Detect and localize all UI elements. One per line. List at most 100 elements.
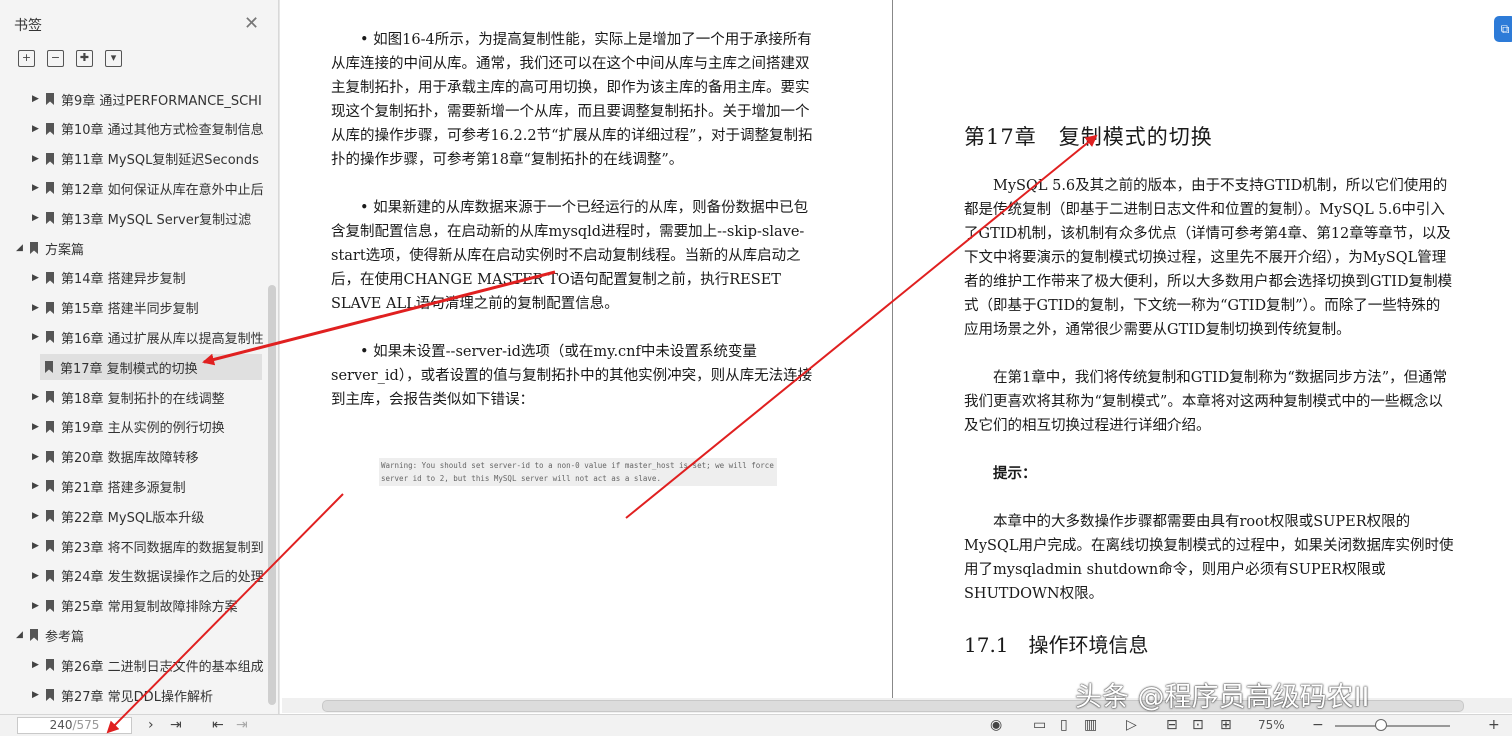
current-page: 240 [49,718,73,732]
bookmark-item[interactable]: ▶ 第11章 MySQL复制延迟Seconds [0,146,278,172]
left-page: • 如图16-4所示，为提高复制性能，实际上是增加了一个用于承接所有从库连接的中… [331,28,819,436]
bookmark-label: 第20章 数据库故障转移 [61,451,199,467]
zoom-slider-handle[interactable] [1375,719,1387,731]
expand-arrow-icon[interactable]: ▶ [32,303,42,313]
sidebar-toolbar: + − ✚ ▾ [18,50,122,67]
collapse-arrow-icon[interactable]: ◢ [16,630,26,640]
rotate-icon[interactable]: ⊞ [1220,716,1232,734]
eye-icon[interactable]: ◉ [990,716,1002,734]
bookmark-icon [46,331,54,344]
expand-arrow-icon[interactable]: ▶ [32,481,42,491]
bookmark-icon [46,659,54,672]
bookmark-label: 参考篇 [45,629,85,645]
page-divider [892,0,893,700]
bookmark-item[interactable]: ▶ 第12章 如何保证从库在意外中止后 [0,175,278,201]
fit-width-icon[interactable]: ⊟ [1166,716,1178,734]
fit-page-icon[interactable]: ⊡ [1192,716,1204,734]
bookmark-item[interactable]: ▶ 第23章 将不同数据库的数据复制到 [0,533,278,559]
bookmark-icon [46,391,54,403]
bookmark-item[interactable]: ▶ 第22章 MySQL版本升级 [0,503,278,529]
page-number-input[interactable]: 240/575 [17,717,132,734]
bookmark-group[interactable]: ◢ 参考篇 [0,622,278,648]
paragraph: • 如图16-4所示，为提高复制性能，实际上是增加了一个用于承接所有从库连接的中… [331,32,813,168]
sidebar-title: 书签 [14,18,42,34]
bookmark-item[interactable]: ▶ 第9章 通过PERFORMANCE_SCHI [0,86,278,112]
zoom-slider[interactable] [1335,725,1450,727]
bookmark-item[interactable]: ▶ 第10章 通过其他方式检查复制信息 [0,116,278,142]
expand-arrow-icon[interactable]: ▶ [32,601,42,611]
bookmark-label: 第14章 搭建异步复制 [61,272,186,288]
bookmark-group[interactable]: ◢ 方案篇 [0,235,278,261]
bookmark-icon [46,450,54,463]
bookmark-label: 第27章 常见DDL操作解析 [61,689,213,705]
expand-arrow-icon[interactable]: ▶ [32,273,42,283]
bookmark-icon [46,599,54,612]
expand-arrow-icon[interactable]: ▶ [32,213,42,223]
expand-arrow-icon[interactable]: ▶ [32,690,42,700]
bookmark-item[interactable]: ▶ 第16章 通过扩展从库以提高复制性 [0,324,278,350]
bookmark-item[interactable]: ▶ 第25章 常用复制故障排除方案 [0,593,278,619]
bookmark-icon [46,540,54,552]
paragraph: 本章中的大多数操作步骤都需要由具有root权限或SUPER权限的MySQL用户完… [964,514,1454,602]
expand-arrow-icon[interactable]: ▶ [32,511,42,521]
float-widget-icon[interactable]: ⧉ [1494,16,1512,42]
bookmark-item[interactable]: ▶ 第19章 主从实例的例行切换 [0,414,278,440]
expand-arrow-icon[interactable]: ▶ [32,392,42,402]
zoom-level[interactable]: 75% [1258,718,1285,732]
paragraph: • 如果新建的从库数据来源于一个已经运行的从库，则备份数据中已包含复制配置信息，… [331,200,809,312]
bookmark-label: 第21章 搭建多源复制 [61,480,186,496]
bookmark-item[interactable]: ▶ 第15章 搭建半同步复制 [0,295,278,321]
bookmark-label: 第9章 通过PERFORMANCE_SCHI [61,93,262,109]
expand-arrow-icon[interactable]: ▶ [32,94,42,104]
bookmark-label: 第25章 常用复制故障排除方案 [61,600,238,616]
single-page-icon[interactable]: ▭ [1033,716,1046,734]
back-icon[interactable]: ⇤ [212,716,224,734]
play-icon[interactable]: ▷ [1126,716,1137,734]
collapse-all-icon[interactable]: − [47,50,64,67]
continuous-page-icon[interactable]: ▯ [1060,716,1068,734]
bookmark-label: 第17章 复制模式的切换 [60,361,198,377]
bookmark-icon [46,480,54,493]
zoom-in-icon[interactable]: + [1488,716,1500,734]
bookmark-item[interactable]: ▶ 第24章 发生数据误操作之后的处理 [0,563,278,589]
expand-arrow-icon[interactable]: ▶ [32,541,42,551]
two-page-icon[interactable]: ▥ [1084,716,1097,734]
bookmark-icon [45,361,53,374]
bookmark-item[interactable]: ▶ 第26章 二进制日志文件的基本组成 [0,652,278,678]
bookmark-icon[interactable]: ▾ [105,50,122,67]
status-bar: 240/575 › ⇥ ⇤ ⇥ ◉ ▭ ▯ ▥ ▷ ⊟ ⊡ ⊞ 75% − + [0,714,1512,736]
add-bookmark-icon[interactable]: ✚ [76,50,93,67]
sidebar-scrollbar[interactable] [268,285,276,705]
bookmark-item[interactable]: ▶ 第13章 MySQL Server复制过滤 [0,205,278,231]
expand-arrow-icon[interactable]: ▶ [32,154,42,164]
zoom-out-icon[interactable]: − [1312,716,1324,734]
bookmark-label: 方案篇 [45,242,85,258]
expand-all-icon[interactable]: + [18,50,35,67]
expand-arrow-icon[interactable]: ▶ [32,124,42,134]
bookmark-label: 第10章 通过其他方式检查复制信息 [61,123,264,139]
bookmark-label: 第19章 主从实例的例行切换 [61,421,225,437]
collapse-arrow-icon[interactable]: ◢ [16,243,26,253]
bookmark-label: 第18章 复制拓扑的在线调整 [61,391,225,407]
forward-icon[interactable]: ⇥ [236,716,248,734]
expand-arrow-icon[interactable]: ▶ [32,452,42,462]
expand-arrow-icon[interactable]: ▶ [32,183,42,193]
bookmark-icon [46,152,54,165]
close-icon[interactable]: ✕ [244,13,259,34]
last-page-icon[interactable]: ⇥ [170,716,182,734]
expand-arrow-icon[interactable]: ▶ [32,660,42,670]
bookmark-item[interactable]: ▶ 第14章 搭建异步复制 [0,265,278,291]
next-page-icon[interactable]: › [148,716,154,734]
paragraph: MySQL 5.6及其之前的版本，由于不支持GTID机制，所以它们使用的都是传统… [964,178,1453,338]
expand-arrow-icon[interactable]: ▶ [32,571,42,581]
bookmark-item[interactable]: ▶ 第20章 数据库故障转移 [0,444,278,470]
expand-arrow-icon[interactable]: ▶ [32,332,42,342]
bookmark-item[interactable]: ▶第17章 复制模式的切换 [40,354,262,381]
paragraph: • 如果未设置--server-id选项（或在my.cnf中未设置系统变量ser… [331,344,813,408]
bookmark-item[interactable]: ▶ 第21章 搭建多源复制 [0,473,278,499]
bookmark-label: 第11章 MySQL复制延迟Seconds [61,153,259,169]
bookmark-item[interactable]: ▶ 第27章 常见DDL操作解析 [0,682,278,708]
expand-arrow-icon[interactable]: ▶ [32,422,42,432]
bookmark-item[interactable]: ▶ 第18章 复制拓扑的在线调整 [0,384,278,410]
error-code-block: Warning: You should set server-id to a n… [379,458,777,486]
